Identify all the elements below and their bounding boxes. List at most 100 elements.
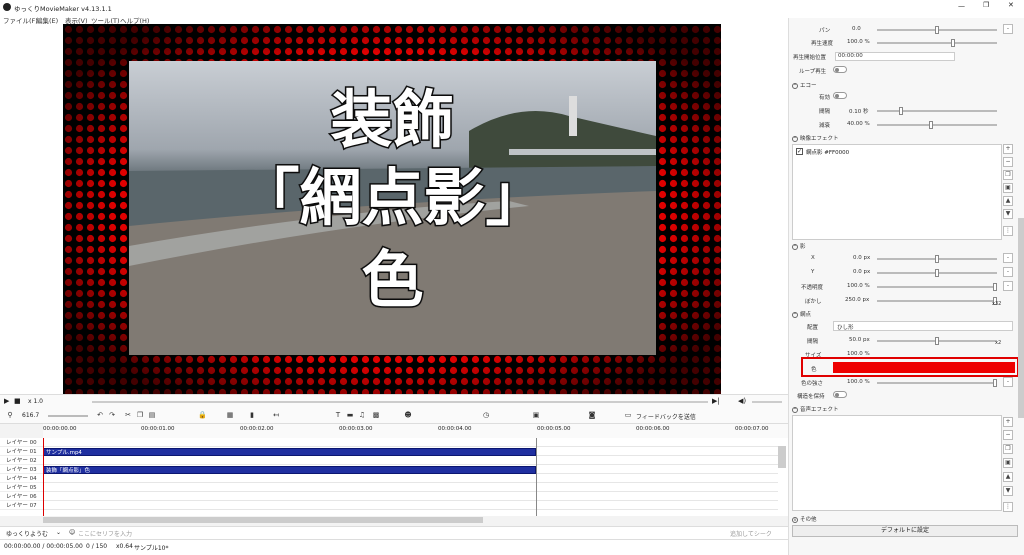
effect-item[interactable]: 網点影 #FF0000 — [806, 148, 849, 156]
shadow-header[interactable]: ^ 影 — [792, 242, 806, 250]
layer-label[interactable]: レイヤー 07 — [0, 501, 43, 510]
audio-effects-header[interactable]: ^ 音声エフェクト — [792, 405, 839, 413]
other-header[interactable]: v その他 — [792, 515, 817, 523]
shadow-x-slider[interactable] — [877, 255, 997, 263]
serif-input[interactable]: ここにセリフを入力 — [78, 529, 132, 538]
horizontal-scrollbar[interactable] — [43, 517, 483, 523]
character-icon[interactable]: ☻ — [404, 411, 412, 419]
layer-label[interactable]: レイヤー 02 — [0, 456, 43, 465]
shadow-x-reset[interactable]: - — [1003, 253, 1013, 263]
slider-thumb[interactable] — [935, 255, 939, 263]
audio-move-down-button[interactable]: ▼ — [1003, 486, 1013, 496]
track-row[interactable] — [43, 438, 778, 447]
close-button[interactable]: ✕ — [1008, 1, 1014, 9]
pan-slider[interactable] — [877, 26, 997, 34]
pan-value[interactable]: 0.0 — [852, 26, 861, 32]
panel-scrollbar[interactable] — [1018, 218, 1024, 418]
slider-thumb[interactable] — [899, 107, 903, 115]
video-effects-header[interactable]: ^ 映像エフェクト — [792, 134, 839, 142]
audio-more-button[interactable]: ⋮ — [1003, 502, 1013, 512]
image-item-icon[interactable]: ▩ — [372, 411, 380, 419]
shadow-blur-value[interactable]: 250.0 px — [845, 297, 869, 303]
text-clip[interactable]: 装飾「網点影」色 — [43, 466, 536, 474]
pan-reset-button[interactable]: - — [1003, 24, 1013, 34]
grid-icon[interactable]: ▦ — [226, 411, 234, 419]
add-effect-button[interactable]: + — [1003, 144, 1013, 154]
shadow-y-slider[interactable] — [877, 269, 997, 277]
echo-decay-value[interactable]: 40.00 % — [847, 121, 870, 127]
remove-audio-effect-button[interactable]: − — [1003, 430, 1013, 440]
remove-effect-button[interactable]: − — [1003, 157, 1013, 167]
shadow-y-value[interactable]: 0.0 px — [853, 269, 870, 275]
echo-decay-slider[interactable] — [877, 121, 997, 129]
split-icon[interactable]: ↤ — [272, 411, 280, 419]
spacing-slider[interactable] — [877, 337, 997, 345]
echo-header[interactable]: ^ エコー — [792, 81, 817, 89]
echo-interval-slider[interactable] — [877, 107, 997, 115]
start-input[interactable]: 00:00:00 — [835, 52, 955, 61]
shadow-x-value[interactable]: 0.0 px — [853, 255, 870, 261]
track-row[interactable] — [43, 456, 778, 465]
stop-icon[interactable]: ■ — [14, 397, 21, 405]
slider-thumb[interactable] — [935, 337, 939, 345]
lock-icon[interactable]: 🔒 — [198, 411, 207, 419]
timeline-ruler[interactable]: 00:00:00.00 00:00:01.00 00:00:02.00 00:0… — [43, 424, 788, 438]
keep-structure-toggle[interactable] — [833, 391, 847, 398]
track-row[interactable] — [43, 474, 778, 483]
echo-interval-value[interactable]: 0.10 秒 — [849, 107, 869, 115]
shadow-opacity-slider[interactable] — [877, 283, 997, 291]
play-icon[interactable]: ▶ — [4, 397, 9, 405]
save-effect-button[interactable]: ▣ — [1003, 183, 1013, 193]
redo-icon[interactable]: ↷ — [108, 411, 116, 419]
audio-move-up-button[interactable]: ▲ — [1003, 472, 1013, 482]
chevron-down-icon[interactable]: ⌄ — [56, 529, 61, 536]
audio-effects-list[interactable] — [792, 415, 1002, 511]
speed-value[interactable]: 100.0 % — [847, 39, 870, 45]
move-down-button[interactable]: ▼ — [1003, 209, 1013, 219]
layer-label[interactable]: レイヤー 03 — [0, 465, 43, 474]
slider-thumb[interactable] — [951, 39, 955, 47]
layer-label[interactable]: レイヤー 01 — [0, 447, 43, 456]
slider-thumb[interactable] — [935, 26, 939, 34]
track-row[interactable] — [43, 492, 778, 501]
effect-checkbox[interactable]: ✓ — [796, 148, 803, 155]
layer-label[interactable]: レイヤー 06 — [0, 492, 43, 501]
text-item-icon[interactable]: T — [334, 411, 342, 419]
maximize-button[interactable]: ❐ — [983, 1, 989, 9]
speed-slider[interactable] — [877, 39, 997, 47]
seek-slider[interactable] — [92, 401, 708, 403]
cut-icon[interactable]: ✂ — [124, 411, 132, 419]
shadow-opacity-reset[interactable]: - — [1003, 281, 1013, 291]
strength-slider[interactable] — [877, 379, 997, 387]
add-audio-effect-button[interactable]: + — [1003, 417, 1013, 427]
default-button[interactable]: デフォルトに設定 — [792, 525, 1018, 537]
shadow-blur-slider[interactable] — [877, 297, 997, 305]
paste-icon[interactable]: ▤ — [148, 411, 156, 419]
track-row[interactable] — [43, 501, 778, 510]
video-item-icon[interactable]: ▬ — [346, 411, 354, 419]
layout-select[interactable]: ひし形 — [833, 321, 1013, 331]
trash-icon[interactable]: ▮ — [248, 411, 256, 419]
voice-select[interactable]: ゆっくりようむ — [6, 529, 48, 538]
volume-icon[interactable]: ◀) — [738, 397, 746, 405]
save-icon[interactable]: ▣ — [532, 411, 540, 419]
shadow-opacity-value[interactable]: 100.0 % — [847, 283, 870, 289]
layer-label[interactable]: レイヤー 04 — [0, 474, 43, 483]
feedback-icon[interactable]: ▭ — [624, 411, 632, 419]
volume-slider[interactable] — [752, 401, 782, 403]
copy-audio-effect-button[interactable]: ❐ — [1003, 444, 1013, 454]
track-scrollbar[interactable] — [778, 446, 786, 468]
video-effects-list[interactable]: ✓ 網点影 #FF0000 — [792, 144, 1002, 240]
zoom-slider[interactable] — [48, 415, 88, 417]
feedback-button[interactable]: フィードバックを送信 — [636, 412, 696, 421]
slider-thumb[interactable] — [993, 283, 997, 291]
strength-reset[interactable]: - — [1003, 377, 1013, 387]
spacing-value[interactable]: 50.0 px — [849, 337, 870, 343]
slider-thumb[interactable] — [935, 269, 939, 277]
copy-icon[interactable]: ❐ — [136, 411, 144, 419]
halftone-header[interactable]: ^ 網点 — [792, 310, 811, 318]
slider-thumb[interactable] — [929, 121, 933, 129]
strength-value[interactable]: 100.0 % — [847, 379, 870, 385]
minimize-button[interactable]: — — [958, 2, 965, 10]
undo-icon[interactable]: ↶ — [96, 411, 104, 419]
